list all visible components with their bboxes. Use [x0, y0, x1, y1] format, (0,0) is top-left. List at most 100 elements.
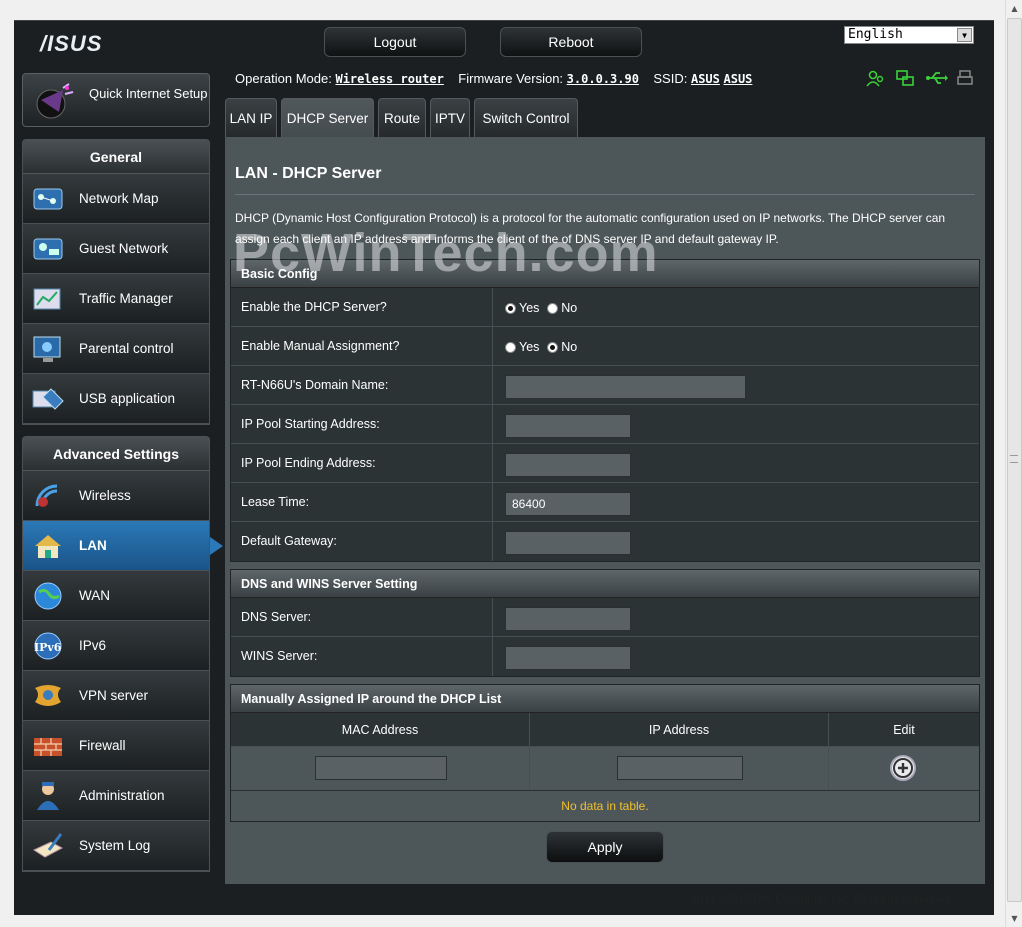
table-row: DNS Server:	[231, 598, 979, 637]
tab-iptv[interactable]: IPTV	[430, 98, 470, 137]
sidebar-item-wan[interactable]: WAN	[23, 571, 209, 621]
scroll-down-icon[interactable]: ▼	[1006, 910, 1022, 927]
table-row: IP Pool Starting Address:	[231, 405, 979, 444]
sidebar-item-label: Traffic Manager	[79, 291, 173, 306]
sidebar-item-system-log[interactable]: System Log	[23, 821, 209, 871]
sidebar-item-label: Firewall	[79, 738, 126, 753]
sidebar-item-label: Wireless	[79, 488, 131, 503]
mac-address-input[interactable]	[315, 756, 447, 780]
qis-label: Quick Internet Setup	[89, 86, 208, 101]
table-row: Enable the DHCP Server? Yes No	[231, 288, 979, 327]
apply-button[interactable]: Apply	[546, 831, 664, 863]
status-bar: Operation Mode: Wireless router Firmware…	[235, 71, 752, 86]
dns-server-input[interactable]	[505, 607, 631, 631]
tab-lan-ip[interactable]: LAN IP	[225, 98, 277, 137]
sidebar-item-usb-application[interactable]: USB application	[23, 374, 209, 424]
table-row: WINS Server:	[231, 637, 979, 676]
yes-label: Yes	[519, 301, 540, 315]
col-edit: Edit	[893, 723, 915, 737]
usb-application-icon	[31, 383, 65, 415]
table-row: Lease Time: 86400	[231, 483, 979, 522]
add-icon[interactable]	[890, 755, 916, 781]
op-mode-label: Operation Mode:	[235, 71, 332, 86]
ip-pool-end-label: IP Pool Ending Address:	[231, 444, 493, 482]
sidebar-item-label: Administration	[79, 788, 165, 803]
ipv6-icon: IPv6	[31, 630, 65, 662]
network-icon[interactable]	[896, 69, 914, 87]
enable-dhcp-no-radio[interactable]: No	[547, 301, 577, 315]
page-description: DHCP (Dynamic Host Configuration Protoco…	[235, 211, 946, 246]
svg-text:IPv6: IPv6	[34, 641, 62, 654]
ip-pool-start-input[interactable]	[505, 414, 631, 438]
language-select[interactable]: English ▼	[844, 26, 974, 44]
sidebar-item-guest-network[interactable]: Guest Network	[23, 224, 209, 274]
ssid-link-2[interactable]: ASUS	[724, 72, 753, 86]
wizard-hat-icon	[33, 82, 75, 120]
logout-button[interactable]: Logout	[324, 27, 466, 57]
guest-network-icon	[31, 233, 65, 265]
sidebar-item-firewall[interactable]: Firewall	[23, 721, 209, 771]
window-scrollbar[interactable]: ▲ ▼	[1005, 0, 1022, 927]
quick-internet-setup-button[interactable]: Quick Internet Setup	[22, 73, 210, 127]
sidebar-item-vpn-server[interactable]: VPN server	[23, 671, 209, 721]
default-gateway-input[interactable]	[505, 531, 631, 555]
title-divider	[235, 194, 975, 195]
dns-wins-table: DNS and WINS Server Setting DNS Server: …	[230, 569, 980, 677]
enable-manual-yes-radio[interactable]: Yes	[505, 340, 539, 354]
client-icon[interactable]	[866, 69, 884, 87]
status-icons	[866, 69, 974, 87]
ip-pool-end-input[interactable]	[505, 453, 631, 477]
no-label: No	[561, 340, 578, 354]
tab-dhcp-server[interactable]: DHCP Server	[281, 98, 374, 137]
scroll-up-icon[interactable]: ▲	[1006, 0, 1022, 17]
basic-config-header: Basic Config	[231, 260, 979, 288]
parental-control-icon	[31, 333, 65, 365]
firmware-link[interactable]: 3.0.0.3.90	[567, 72, 639, 86]
scroll-grip-icon	[1010, 455, 1018, 463]
administration-icon	[31, 780, 65, 812]
sidebar-item-administration[interactable]: Administration	[23, 771, 209, 821]
sidebar-item-label: IPv6	[79, 638, 107, 653]
domain-name-label: RT-N66U's Domain Name:	[231, 366, 493, 404]
table-row: IP Pool Ending Address:	[231, 444, 979, 483]
chevron-down-icon: ▼	[957, 28, 972, 42]
lease-time-label: Lease Time:	[231, 483, 493, 521]
firmware-label: Firmware Version:	[458, 71, 564, 86]
firewall-icon	[31, 730, 65, 762]
lease-time-input[interactable]: 86400	[505, 492, 631, 516]
sidebar-item-traffic-manager[interactable]: Traffic Manager	[23, 274, 209, 324]
domain-name-input[interactable]	[505, 375, 746, 399]
sidebar-item-wireless[interactable]: Wireless	[23, 471, 209, 521]
sidebar-item-label: Network Map	[79, 191, 159, 206]
sidebar-item-label: USB application	[79, 391, 176, 406]
op-mode-link[interactable]: Wireless router	[335, 72, 443, 86]
ip-address-input[interactable]	[617, 756, 743, 780]
sidebar-item-parental-control[interactable]: Parental control	[23, 324, 209, 374]
ssid-link-1[interactable]: ASUS	[691, 72, 720, 86]
printer-icon[interactable]	[956, 69, 974, 87]
general-title: General	[23, 140, 209, 174]
usb-icon[interactable]	[926, 69, 948, 87]
footer-copyright: 2011 ASUSTeK Computer Inc. All rights re…	[690, 892, 953, 906]
yes-label: Yes	[519, 340, 540, 354]
advanced-group: Advanced Settings Wireless LAN WAN IPv6 …	[22, 436, 223, 872]
enable-dhcp-label: Enable the DHCP Server?	[231, 288, 493, 326]
ssid-label: SSID:	[653, 71, 688, 86]
tab-switch-control[interactable]: Switch Control	[474, 98, 578, 137]
enable-manual-no-radio[interactable]: No	[547, 340, 577, 354]
asus-logo: /ISUS	[40, 31, 103, 56]
reboot-button[interactable]: Reboot	[500, 27, 642, 57]
sidebar-item-ipv6[interactable]: IPv6 IPv6	[23, 621, 209, 671]
sidebar-item-label: WAN	[79, 588, 110, 603]
sidebar-item-network-map[interactable]: Network Map	[23, 174, 209, 224]
wins-server-input[interactable]	[505, 646, 631, 670]
sidebar-item-lan[interactable]: LAN	[23, 521, 223, 571]
enable-dhcp-yes-radio[interactable]: Yes	[505, 301, 539, 315]
radio-unchecked-icon	[505, 341, 516, 353]
tab-route[interactable]: Route	[378, 98, 426, 137]
manual-dhcp-columns: MAC Address IP Address Edit	[231, 713, 979, 747]
page-title: LAN - DHCP Server	[235, 165, 382, 182]
wins-server-label: WINS Server:	[231, 637, 493, 676]
basic-config-table: Basic Config Enable the DHCP Server? Yes…	[230, 259, 980, 562]
sidebar-item-label: System Log	[79, 838, 151, 853]
